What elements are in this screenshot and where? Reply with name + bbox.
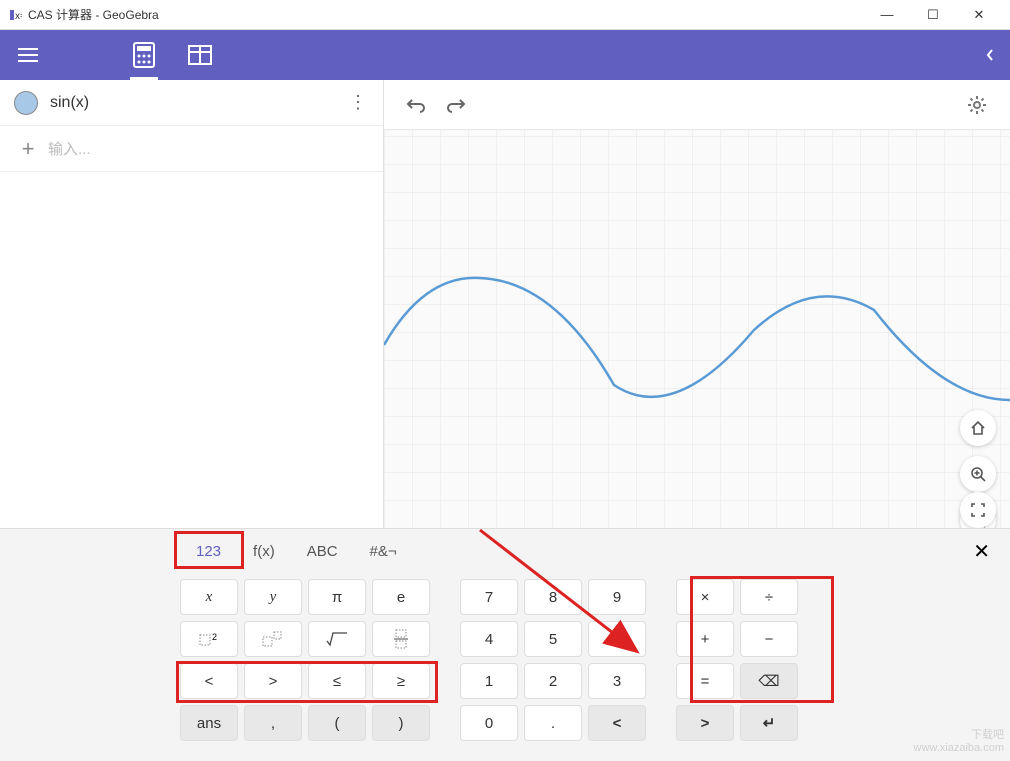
key-2[interactable]: 2 <box>524 663 582 699</box>
key-lt[interactable]: < <box>180 663 238 699</box>
key-right[interactable]: > <box>676 705 734 741</box>
keyboard-tab-fx[interactable]: f(x) <box>237 537 291 566</box>
cas-input-row[interactable]: + 输入... <box>0 126 383 172</box>
key-6[interactable]: 6 <box>588 621 646 657</box>
keyboard-tabs: 123 f(x) ABC #&¬ ✕ <box>0 529 1010 573</box>
key-comma[interactable]: , <box>244 705 302 741</box>
keyboard-left-block: x y π e 2 < > ≤ ≥ ans , ( ) <box>180 579 430 741</box>
svg-text:2: 2 <box>212 632 217 642</box>
app-toolbar <box>0 30 1010 80</box>
key-7[interactable]: 7 <box>460 579 518 615</box>
cas-input-placeholder: 输入... <box>48 138 91 159</box>
key-backspace[interactable]: ⌫ <box>740 663 798 699</box>
cas-panel: sin(x) ⋮ + 输入... <box>0 80 384 528</box>
keyboard-right-block: × ÷ + − = ⌫ > ↵ <box>676 579 798 741</box>
key-pi[interactable]: π <box>308 579 366 615</box>
key-left[interactable]: < <box>588 705 646 741</box>
key-9[interactable]: 9 <box>588 579 646 615</box>
key-frac[interactable] <box>372 621 430 657</box>
keyboard-close-button[interactable]: ✕ <box>963 539 1000 564</box>
key-3[interactable]: 3 <box>588 663 646 699</box>
zoom-in-button[interactable] <box>960 456 996 492</box>
watermark: 下载吧 www.xiazaiba.com <box>914 729 1004 755</box>
key-plus[interactable]: + <box>676 621 734 657</box>
svg-text:x=: x= <box>15 11 22 22</box>
fullscreen-button[interactable] <box>960 492 996 528</box>
home-button[interactable] <box>960 410 996 446</box>
visibility-toggle-icon[interactable] <box>14 91 38 115</box>
keyboard-mid-block: 7 8 9 4 5 6 1 2 3 0 . < <box>460 579 646 741</box>
graph-canvas[interactable] <box>384 80 1010 528</box>
key-minus[interactable]: − <box>740 621 798 657</box>
window-minimize-button[interactable]: — <box>864 0 910 30</box>
cas-row-1[interactable]: sin(x) ⋮ <box>0 80 383 126</box>
virtual-keyboard: 123 f(x) ABC #&¬ ✕ x y π e 2 < > ≤ ≥ ans… <box>0 528 1010 761</box>
window-title: CAS 计算器 - GeoGebra <box>28 6 159 23</box>
keyboard-tab-sym[interactable]: #&¬ <box>354 537 413 566</box>
key-4[interactable]: 4 <box>460 621 518 657</box>
app-logo-icon: x= <box>8 8 22 22</box>
key-8[interactable]: 8 <box>524 579 582 615</box>
key-multiply[interactable]: × <box>676 579 734 615</box>
menu-button[interactable] <box>0 47 56 63</box>
plus-icon: + <box>8 136 48 162</box>
window-close-button[interactable]: ✕ <box>956 0 1002 30</box>
key-sqrt[interactable] <box>308 621 366 657</box>
cas-expression[interactable]: sin(x) <box>50 94 341 112</box>
collapse-panel-button[interactable] <box>970 48 1010 62</box>
key-lparen[interactable]: ( <box>308 705 366 741</box>
key-square[interactable]: 2 <box>180 621 238 657</box>
key-power[interactable] <box>244 621 302 657</box>
window-titlebar: x= CAS 计算器 - GeoGebra — ☐ ✕ <box>0 0 1010 30</box>
key-x[interactable]: x <box>180 579 238 615</box>
window-maximize-button[interactable]: ☐ <box>910 0 956 30</box>
key-1[interactable]: 1 <box>460 663 518 699</box>
key-e[interactable]: e <box>372 579 430 615</box>
key-y[interactable]: y <box>244 579 302 615</box>
key-rparen[interactable]: ) <box>372 705 430 741</box>
row-more-icon[interactable]: ⋮ <box>341 92 375 113</box>
key-equals[interactable]: = <box>676 663 734 699</box>
key-divide[interactable]: ÷ <box>740 579 798 615</box>
key-enter[interactable]: ↵ <box>740 705 798 741</box>
key-5[interactable]: 5 <box>524 621 582 657</box>
main-area: sin(x) ⋮ + 输入... <box>0 80 1010 528</box>
keyboard-tab-abc[interactable]: ABC <box>291 537 354 566</box>
key-ge[interactable]: ≥ <box>372 663 430 699</box>
key-ans[interactable]: ans <box>180 705 238 741</box>
graph-view[interactable] <box>384 80 1010 528</box>
keyboard-tab-123[interactable]: 123 <box>180 537 237 566</box>
tab-calculator[interactable] <box>116 30 172 80</box>
key-0[interactable]: 0 <box>460 705 518 741</box>
key-dot[interactable]: . <box>524 705 582 741</box>
tab-table[interactable] <box>172 30 228 80</box>
key-gt[interactable]: > <box>244 663 302 699</box>
key-le[interactable]: ≤ <box>308 663 366 699</box>
